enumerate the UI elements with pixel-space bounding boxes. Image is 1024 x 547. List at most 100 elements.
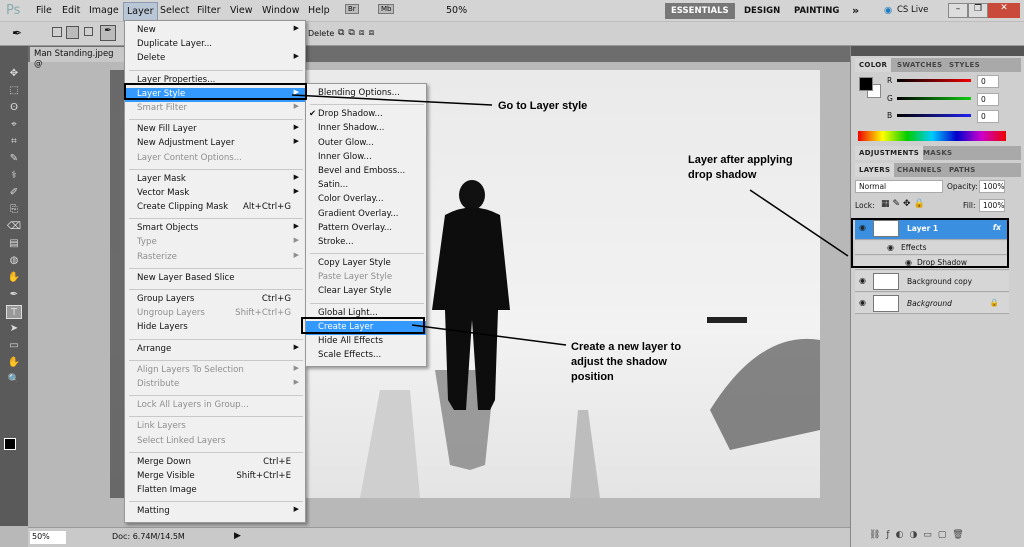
status-menu-arrow-icon[interactable]: ▶ <box>234 531 241 541</box>
tab-masks[interactable]: MASKS <box>919 146 956 160</box>
menu-item-smart-objects[interactable]: Smart Objects ▶ <box>125 222 305 236</box>
menu-view[interactable]: View <box>230 5 253 16</box>
pen-tool-icon[interactable]: ✒ <box>12 26 22 40</box>
menu-item-paste-layer-style[interactable]: Paste Layer Style <box>306 271 426 285</box>
hand-tool-icon[interactable]: 🔍 <box>6 373 22 387</box>
lasso-tool-icon[interactable]: ʘ <box>6 101 22 115</box>
tab-swatches[interactable]: SWATCHES <box>893 58 946 72</box>
menu-item-flatten-image[interactable]: Flatten Image <box>125 484 305 498</box>
menu-item-distribute[interactable]: Distribute ▶ <box>125 378 305 392</box>
menu-item-new-layer-based-slice[interactable]: New Layer Based Slice <box>125 272 305 286</box>
menu-item-delete[interactable]: Delete ▶ <box>125 52 305 66</box>
menu-help[interactable]: Help <box>308 5 330 16</box>
tab-paths[interactable]: PATHS <box>945 163 980 177</box>
menu-select[interactable]: Select <box>160 5 189 16</box>
menu-item-drop-shadow[interactable]: Drop Shadow... ✔ <box>306 108 426 122</box>
blend-mode-select[interactable]: Normal <box>855 180 943 193</box>
g-input[interactable]: 0 <box>977 93 999 106</box>
workspace-painting[interactable]: PAINTING <box>788 3 845 19</box>
close-button[interactable]: ✕ <box>988 3 1020 18</box>
r-input[interactable]: 0 <box>977 75 999 88</box>
menu-file[interactable]: File <box>36 5 52 16</box>
menu-item-blending-options[interactable]: Blending Options... <box>306 87 426 101</box>
path-select-tool-icon[interactable]: ▭ <box>6 339 22 353</box>
menu-item-layer-content-options[interactable]: Layer Content Options... <box>125 152 305 166</box>
layer-row-background[interactable]: ◉ Background 🔒 <box>855 293 1009 314</box>
delete-button[interactable]: Delete <box>308 29 334 38</box>
menu-edit[interactable]: Edit <box>62 5 80 16</box>
dodge-tool-icon[interactable]: ✒ <box>6 288 22 302</box>
menu-item-gradient-overlay[interactable]: Gradient Overlay... <box>306 208 426 222</box>
marquee-tool-icon[interactable]: ⬚ <box>6 84 22 98</box>
blur-tool-icon[interactable]: ✋ <box>6 271 22 285</box>
menu-item-align-layers-to-selection[interactable]: Align Layers To Selection ▶ <box>125 364 305 378</box>
menu-item-pattern-overlay[interactable]: Pattern Overlay... <box>306 222 426 236</box>
gradient-tool-icon[interactable]: ◍ <box>6 254 22 268</box>
bridge-button[interactable]: Br <box>345 4 359 14</box>
menu-item-color-overlay[interactable]: Color Overlay... <box>306 193 426 207</box>
path-ops-icons[interactable]: ⧉⧉⧈⧈ <box>338 28 378 38</box>
minimize-button[interactable]: – <box>948 3 968 18</box>
fill-pixels-icon[interactable] <box>84 27 93 36</box>
menu-item-merge-down[interactable]: Merge Down Ctrl+E <box>125 456 305 470</box>
menu-item-vector-mask[interactable]: Vector Mask ▶ <box>125 187 305 201</box>
menu-item-layer-mask[interactable]: Layer Mask ▶ <box>125 173 305 187</box>
menu-item-create-clipping-mask[interactable]: Create Clipping Mask Alt+Ctrl+G <box>125 201 305 215</box>
shape-layers-icon[interactable] <box>52 27 62 37</box>
lock-icons[interactable]: ▦✎✥🔒 <box>881 199 928 209</box>
menu-item-type[interactable]: Type ▶ <box>125 236 305 250</box>
layer-row-background-copy[interactable]: ◉ Background copy <box>855 271 1009 292</box>
menu-item-satin[interactable]: Satin... <box>306 179 426 193</box>
crop-tool-icon[interactable]: ⌗ <box>6 135 22 149</box>
move-tool-icon[interactable]: ✥ <box>6 67 22 81</box>
history-brush-tool-icon[interactable]: ⌫ <box>6 220 22 234</box>
color-spectrum[interactable] <box>858 131 1006 141</box>
pen-icon[interactable]: ✒ <box>100 25 116 41</box>
opacity-input[interactable]: 100% <box>979 180 1005 193</box>
minibridge-button[interactable]: Mb <box>378 4 395 14</box>
zoom-level-field[interactable]: 50% <box>30 531 66 544</box>
menu-window[interactable]: Window <box>262 5 299 16</box>
menu-item-inner-shadow[interactable]: Inner Shadow... <box>306 122 426 136</box>
tab-color[interactable]: COLOR <box>855 58 892 72</box>
tab-styles[interactable]: STYLES <box>945 58 984 72</box>
paths-icon[interactable] <box>66 26 79 39</box>
menu-item-arrange[interactable]: Arrange ▶ <box>125 343 305 357</box>
layer-panel-footer-icons[interactable]: ⛓ƒ◐◑▭▢🗑 <box>869 530 970 540</box>
more-workspaces-icon[interactable]: » <box>846 1 865 17</box>
quick-select-tool-icon[interactable]: ⌖ <box>6 118 22 132</box>
menu-filter[interactable]: Filter <box>197 5 221 16</box>
menu-layer[interactable]: Layer <box>123 2 158 21</box>
cs-live-button[interactable]: CS Live <box>897 5 928 15</box>
menu-item-group-layers[interactable]: Group Layers Ctrl+G <box>125 293 305 307</box>
healing-tool-icon[interactable]: ⚕ <box>6 169 22 183</box>
type-tool-icon[interactable]: ➤ <box>6 322 22 336</box>
visibility-eye-icon[interactable]: ◉ <box>859 276 866 285</box>
g-slider[interactable] <box>897 97 971 100</box>
menu-item-copy-layer-style[interactable]: Copy Layer Style <box>306 257 426 271</box>
menu-item-smart-filter[interactable]: Smart Filter ▶ <box>125 102 305 116</box>
menu-item-outer-glow[interactable]: Outer Glow... <box>306 137 426 151</box>
menu-item-select-linked-layers[interactable]: Select Linked Layers <box>125 435 305 449</box>
menu-item-new-adjustment-layer[interactable]: New Adjustment Layer ▶ <box>125 137 305 151</box>
menu-item-stroke[interactable]: Stroke... <box>306 236 426 250</box>
menu-item-inner-glow[interactable]: Inner Glow... <box>306 151 426 165</box>
menu-item-clear-layer-style[interactable]: Clear Layer Style <box>306 285 426 299</box>
menu-item-merge-visible[interactable]: Merge Visible Shift+Ctrl+E <box>125 470 305 484</box>
document-tab[interactable]: Man Standing.jpeg @ <box>30 47 124 69</box>
workspace-essentials[interactable]: ESSENTIALS <box>665 3 735 19</box>
b-input[interactable]: 0 <box>977 110 999 123</box>
menu-item-bevel-and-emboss[interactable]: Bevel and Emboss... <box>306 165 426 179</box>
foreground-color-swatch[interactable] <box>4 438 16 450</box>
menu-item-duplicate-layer[interactable]: Duplicate Layer... <box>125 38 305 52</box>
menu-item-new[interactable]: New ▶ <box>125 24 305 38</box>
menu-item-rasterize[interactable]: Rasterize ▶ <box>125 251 305 265</box>
eraser-tool-icon[interactable]: ▤ <box>6 237 22 251</box>
tab-adjustments[interactable]: ADJUSTMENTS <box>855 146 924 160</box>
menu-item-link-layers[interactable]: Link Layers <box>125 420 305 434</box>
menu-item-scale-effects[interactable]: Scale Effects... <box>306 349 426 363</box>
zoom-dropdown[interactable]: 50% <box>446 5 467 16</box>
menu-item-new-fill-layer[interactable]: New Fill Layer ▶ <box>125 123 305 137</box>
tab-channels[interactable]: CHANNELS <box>893 163 946 177</box>
restore-button[interactable]: ❐ <box>968 3 988 18</box>
